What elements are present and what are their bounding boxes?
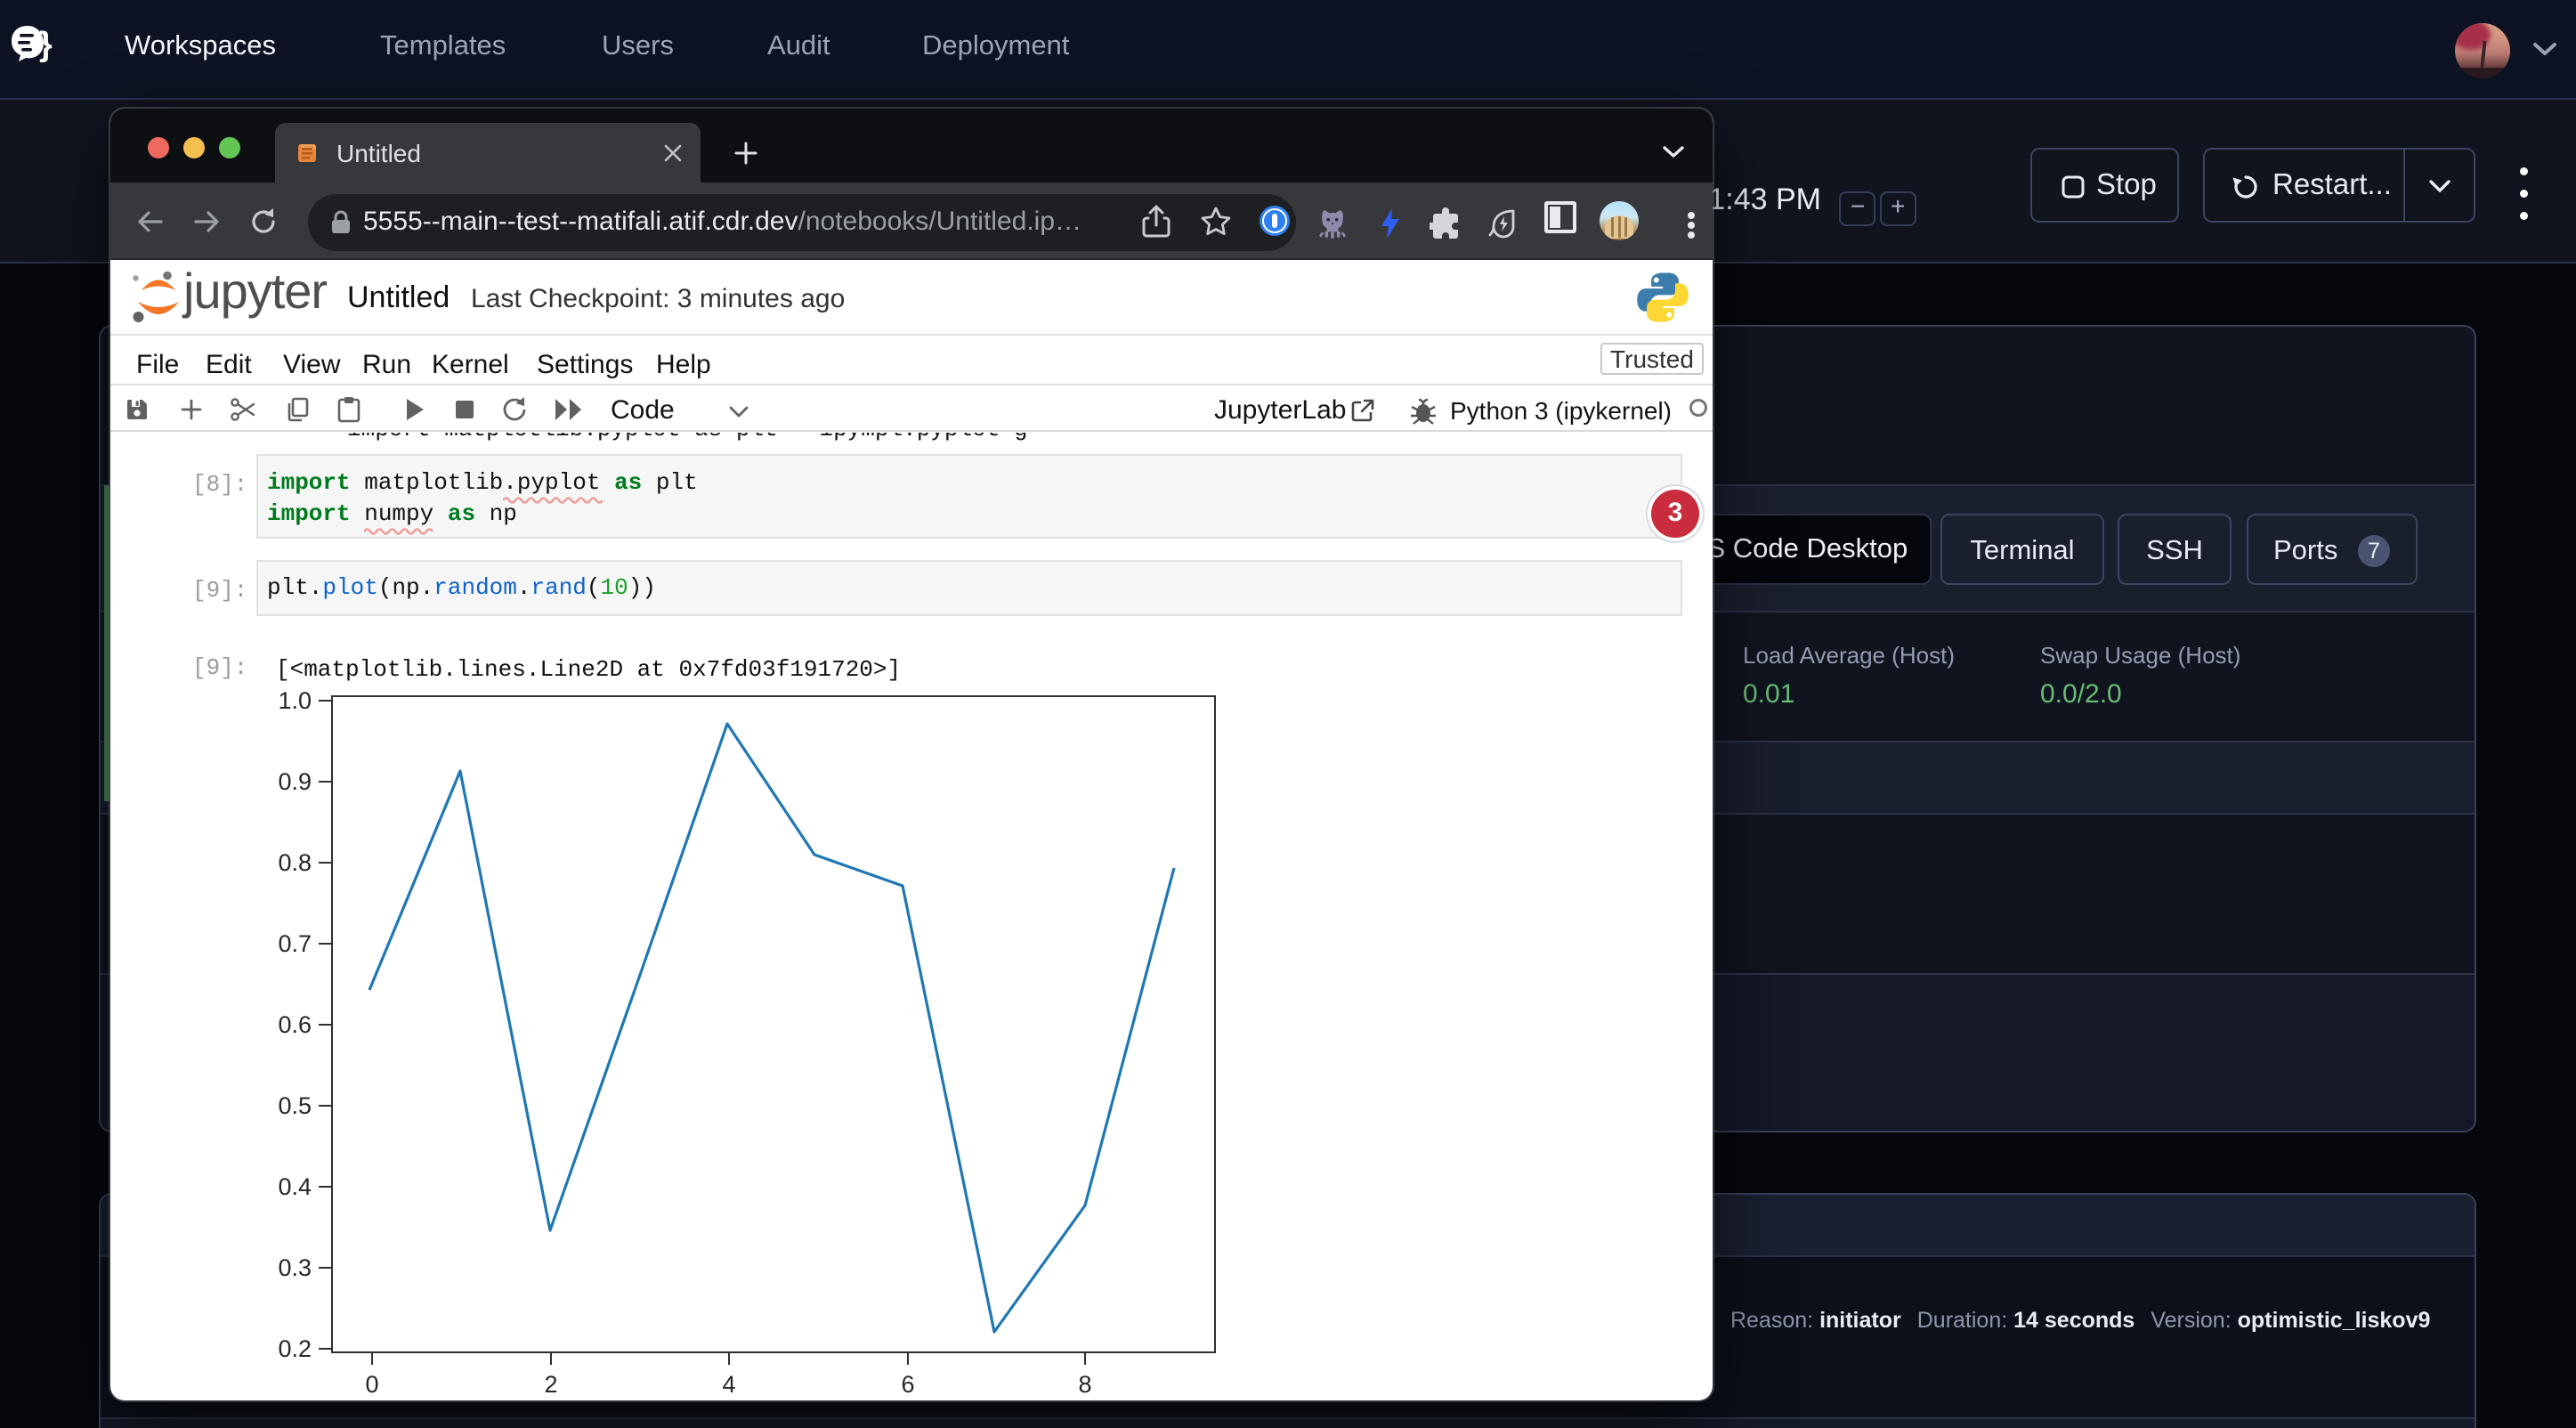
svg-text:0.6: 0.6 [278, 1011, 312, 1038]
svg-text:}: } [39, 26, 53, 63]
svg-text:6: 6 [901, 1371, 914, 1395]
svg-text:0.4: 0.4 [278, 1173, 312, 1200]
svg-text:0.9: 0.9 [278, 768, 312, 795]
svg-text:8: 8 [1078, 1371, 1091, 1395]
svg-text:0.2: 0.2 [278, 1335, 312, 1362]
svg-text:2: 2 [544, 1371, 557, 1395]
svg-text:0.7: 0.7 [278, 930, 312, 957]
svg-text:0.3: 0.3 [278, 1254, 312, 1281]
svg-text:0.5: 0.5 [278, 1092, 312, 1119]
svg-text:0: 0 [365, 1371, 378, 1395]
svg-text:4: 4 [722, 1371, 735, 1395]
svg-text:1.0: 1.0 [278, 687, 312, 714]
svg-text:0.8: 0.8 [278, 849, 312, 876]
